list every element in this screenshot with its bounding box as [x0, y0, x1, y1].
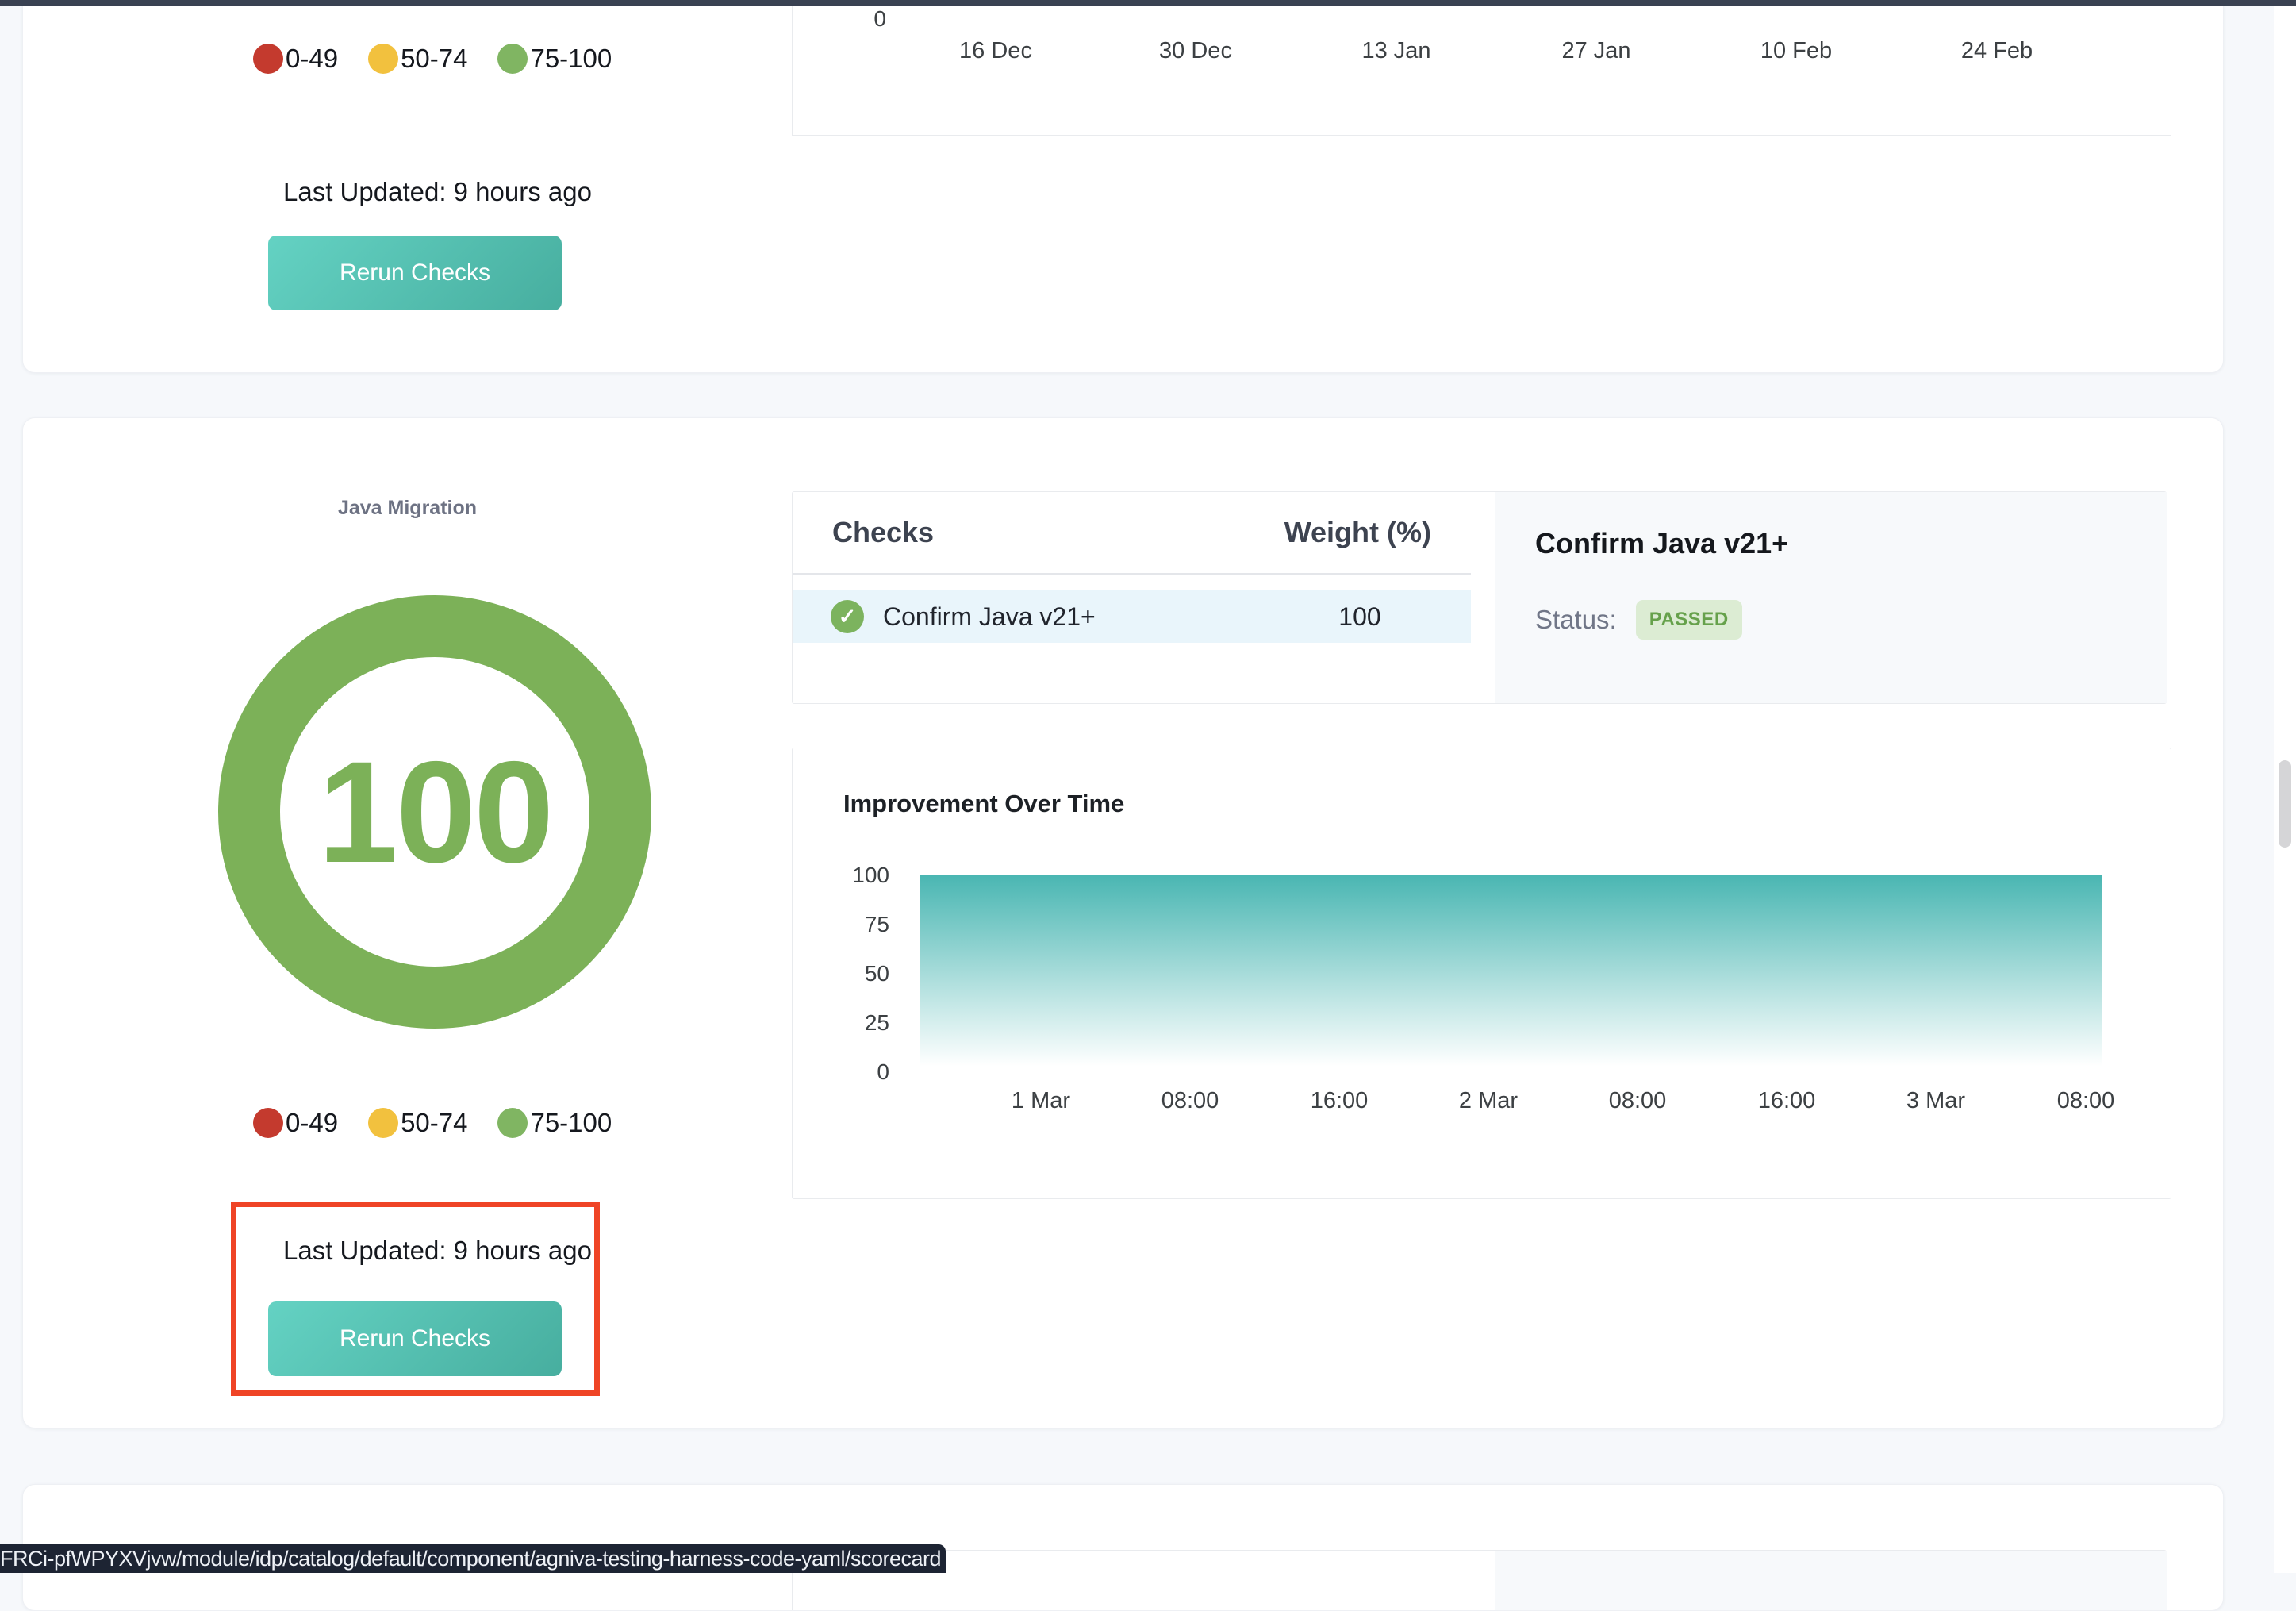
link-preview-statusbar: FRCi-pfWPYXVjvw/module/idp/catalog/defau…	[0, 1544, 946, 1573]
x-tick: 16:00	[1311, 1088, 1369, 1114]
rerun-checks-button[interactable]: Rerun Checks	[268, 236, 562, 310]
legend-item-green: 75-100	[497, 1108, 612, 1138]
x-tick: 13 Jan	[1361, 38, 1430, 64]
legend-label: 0-49	[286, 1108, 338, 1138]
legend-label: 50-74	[401, 44, 467, 74]
check-weight-value: 100	[1300, 590, 1419, 643]
last-updated-text: Last Updated: 9 hours ago	[53, 177, 822, 207]
legend-label: 75-100	[530, 1108, 612, 1138]
check-details-title: Confirm Java v21+	[1535, 527, 1788, 560]
y-axis-tick-zero: 0	[848, 6, 886, 32]
y-tick: 100	[824, 863, 889, 888]
scorecard-card-java-migration: Java Migration 100 0-49 50-74 75-100 Las…	[22, 417, 2224, 1428]
x-tick: 3 Mar	[1906, 1088, 1965, 1114]
score-legend: 0-49 50-74 75-100	[253, 44, 612, 74]
legend-label: 50-74	[401, 1108, 467, 1138]
x-tick: 24 Feb	[1961, 38, 2033, 64]
check-name: Confirm Java v21+	[883, 602, 1096, 632]
checks-table: Checks Weight (%) ✓ Confirm Java v21+ 10…	[793, 492, 1471, 703]
check-status-row: Status: PASSED	[1535, 600, 1742, 640]
legend-item-red: 0-49	[253, 1108, 338, 1138]
legend-label: 0-49	[286, 44, 338, 74]
x-tick: 08:00	[2057, 1088, 2115, 1114]
x-tick: 16:00	[1758, 1088, 1816, 1114]
chart-title: Improvement Over Time	[843, 790, 1124, 818]
legend-item-red: 0-49	[253, 44, 338, 74]
y-tick: 0	[824, 1059, 889, 1085]
legend-dot-green	[497, 1108, 528, 1138]
status-badge: PASSED	[1636, 600, 1742, 640]
area-series-score	[920, 875, 2102, 1072]
last-updated-text: Last Updated: 9 hours ago	[53, 1236, 822, 1266]
x-tick: 2 Mar	[1459, 1088, 1518, 1114]
x-tick: 27 Jan	[1561, 38, 1630, 64]
score-value: 100	[213, 590, 657, 1034]
y-tick: 75	[824, 912, 889, 937]
legend-dot-yellow	[368, 44, 398, 74]
x-tick: 16 Dec	[959, 38, 1032, 64]
x-tick: 08:00	[1609, 1088, 1667, 1114]
legend-dot-red	[253, 1108, 283, 1138]
scorecard-card-top-partial: 0-49 50-74 75-100 Last Updated: 9 hours …	[22, 6, 2224, 373]
column-header-weight: Weight (%)	[1284, 516, 1431, 549]
x-tick: 30 Dec	[1159, 38, 1232, 64]
legend-item-yellow: 50-74	[368, 1108, 467, 1138]
legend-label: 75-100	[530, 44, 612, 74]
y-tick: 50	[824, 961, 889, 986]
x-tick: 10 Feb	[1760, 38, 1832, 64]
score-gauge: 100	[213, 590, 657, 1034]
link-preview-url: FRCi-pfWPYXVjvw/module/idp/catalog/defau…	[0, 1547, 941, 1571]
browser-top-strip	[0, 0, 2296, 6]
checks-panel: Checks Weight (%) ✓ Confirm Java v21+ 10…	[792, 491, 2167, 704]
scrollbar-track[interactable]	[2274, 6, 2296, 1573]
checks-table-header: Checks Weight (%)	[793, 492, 1471, 575]
column-header-checks: Checks	[832, 516, 934, 549]
status-label: Status:	[1535, 605, 1617, 635]
check-details-panel: Confirm Java v21+ Status: PASSED	[1495, 492, 2167, 703]
rerun-checks-button[interactable]: Rerun Checks	[268, 1301, 562, 1376]
scorecard-title: Java Migration	[23, 497, 792, 520]
improvement-chart-card: Improvement Over Time 100 75 50 25 0 1 M…	[792, 748, 2171, 1199]
legend-dot-yellow	[368, 1108, 398, 1138]
legend-dot-green	[497, 44, 528, 74]
scrollbar-thumb[interactable]	[2279, 760, 2291, 848]
x-tick: 1 Mar	[1012, 1088, 1070, 1114]
legend-item-green: 75-100	[497, 44, 612, 74]
y-tick: 25	[824, 1010, 889, 1036]
score-legend: 0-49 50-74 75-100	[253, 1108, 612, 1138]
legend-item-yellow: 50-74	[368, 44, 467, 74]
checks-panel-partial	[792, 1550, 2167, 1610]
legend-dot-red	[253, 44, 283, 74]
trend-chart-partial: 0 16 Dec 30 Dec 13 Jan 27 Jan 10 Feb 24 …	[792, 6, 2171, 136]
x-tick: 08:00	[1161, 1088, 1219, 1114]
check-details-panel-partial	[1495, 1551, 2167, 1610]
check-circle-icon: ✓	[831, 600, 864, 633]
